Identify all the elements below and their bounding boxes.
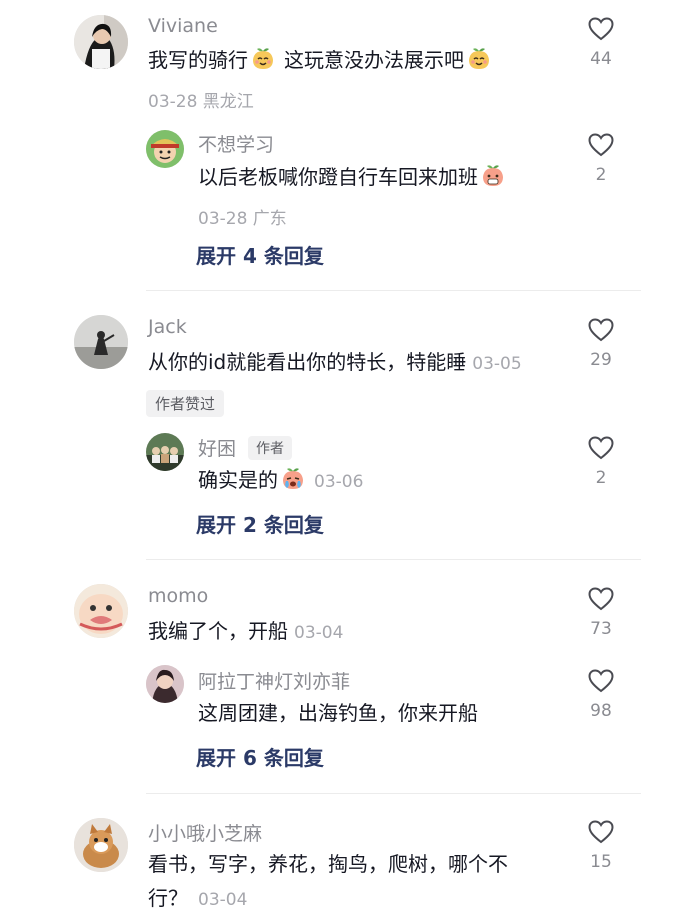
- peach-cry-emoji-icon: [280, 466, 306, 492]
- like-button[interactable]: 44: [581, 17, 621, 69]
- comment-text-line: 看书，写字，养花，掏鸟，爬树，哪个不: [148, 852, 508, 876]
- like-count: 29: [590, 350, 612, 370]
- comment-text-line: 行？: [148, 886, 188, 910]
- comment-text-part: 从你的id就能看出你的特长，特能睡: [148, 350, 467, 374]
- username[interactable]: 好困 作者: [198, 434, 293, 461]
- comment-text-part: 我编了个，开船: [148, 619, 288, 643]
- avatar[interactable]: [146, 665, 184, 703]
- expand-replies-button[interactable]: 展开 4 条回复: [196, 240, 324, 269]
- comment-date: 03-04: [294, 623, 344, 643]
- reply-meta: 03-28 广东: [198, 209, 287, 229]
- comment-text: 我编了个，开船 03-04: [148, 617, 343, 647]
- reply-text-part: 确实是的: [198, 468, 278, 492]
- reply-text: 这周团建，出海钓鱼，你来开船: [198, 699, 478, 727]
- like-count: 2: [595, 468, 607, 488]
- author-liked-badge: 作者赞过: [146, 390, 225, 417]
- heart-outline-icon: [588, 587, 614, 611]
- username[interactable]: Viviane: [148, 15, 218, 37]
- username[interactable]: 阿拉丁神灯刘亦菲: [198, 667, 350, 694]
- like-button[interactable]: 73: [581, 587, 621, 639]
- peach-blush-emoji-icon: [480, 163, 506, 189]
- reply-date: 03-06: [314, 472, 364, 492]
- like-count: 98: [590, 701, 612, 721]
- like-count: 73: [590, 619, 612, 639]
- avatar[interactable]: [74, 584, 128, 638]
- reply-text-part: 以后老板喊你蹬自行车回来加班: [198, 165, 478, 189]
- username[interactable]: 小小哦小芝麻: [148, 819, 262, 846]
- username[interactable]: Jack: [148, 316, 187, 338]
- expand-replies-button[interactable]: 展开 2 条回复: [196, 509, 324, 538]
- heart-outline-icon: [588, 436, 614, 460]
- reply-text: 以后老板喊你蹬自行车回来加班: [198, 163, 508, 191]
- divider: [146, 559, 641, 560]
- heart-outline-icon: [588, 17, 614, 41]
- avatar[interactable]: [74, 818, 128, 872]
- peach-smile-emoji-icon: [250, 46, 276, 72]
- comment-date: 03-05: [472, 354, 522, 374]
- reply-text: 确实是的 03-06: [198, 466, 363, 496]
- like-count: 15: [590, 852, 612, 872]
- divider: [146, 290, 641, 291]
- comment-meta: 03-28 黑龙江: [148, 92, 254, 112]
- avatar[interactable]: [74, 315, 128, 369]
- heart-outline-icon: [588, 820, 614, 844]
- username[interactable]: 不想学习: [198, 130, 274, 157]
- username[interactable]: momo: [148, 585, 208, 607]
- comment-text-part: 我写的骑行: [148, 48, 248, 72]
- divider: [146, 793, 641, 794]
- like-button[interactable]: 29: [581, 318, 621, 370]
- expand-replies-button[interactable]: 展开 6 条回复: [196, 742, 324, 771]
- comment-text-part: 这玩意没办法展示吧: [284, 48, 464, 72]
- reply-username: 好困: [198, 438, 237, 460]
- like-button[interactable]: 15: [581, 820, 621, 872]
- comment-text: 看书，写字，养花，掏鸟，爬树，哪个不: [148, 850, 508, 878]
- avatar[interactable]: [74, 15, 128, 69]
- like-button[interactable]: 98: [581, 669, 621, 721]
- avatar[interactable]: [146, 130, 184, 168]
- author-tag: 作者: [248, 436, 293, 460]
- comment-text: 我写的骑行 这玩意没办法展示吧: [148, 46, 494, 74]
- comment-date: 03-04: [198, 890, 248, 910]
- like-count: 2: [595, 165, 607, 185]
- avatar[interactable]: [146, 433, 184, 471]
- heart-outline-icon: [588, 318, 614, 342]
- heart-outline-icon: [588, 669, 614, 693]
- heart-outline-icon: [588, 133, 614, 157]
- comment-text: 从你的id就能看出你的特长，特能睡 03-05: [148, 348, 522, 378]
- like-button[interactable]: 2: [581, 133, 621, 185]
- like-button[interactable]: 2: [581, 436, 621, 488]
- reply-text-part: 这周团建，出海钓鱼，你来开船: [198, 701, 478, 725]
- comment-text: 行？ 03-04: [148, 884, 247, 914]
- like-count: 44: [590, 49, 612, 69]
- peach-smile-emoji-icon: [466, 46, 492, 72]
